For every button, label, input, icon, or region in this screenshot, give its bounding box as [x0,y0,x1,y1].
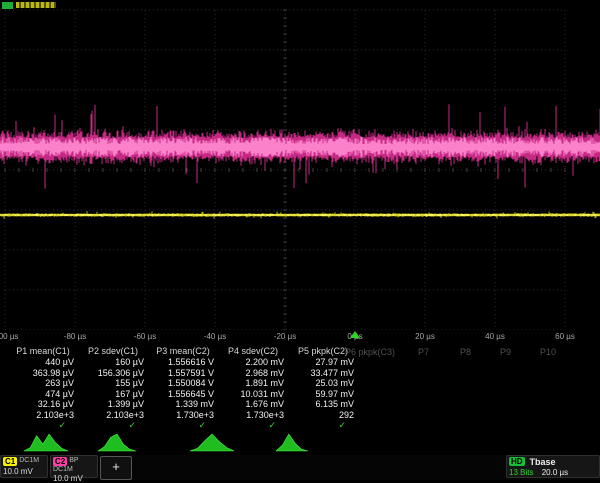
time-label: 20 µs [390,332,460,343]
time-label: 60 µs [530,332,600,343]
measurement-min: 155 µV [78,378,148,389]
measurement-num: 2.103e+3 [8,410,78,421]
measurement-column-p2: P2 sdev(C1) 160 µV 156.306 µV 155 µV 167… [78,346,148,431]
measurement-mean: 1.557591 V [148,368,218,379]
measurement-header-p10[interactable]: P10 [540,347,556,357]
time-label: -100 µs [0,332,40,343]
c1-badge: C1 [3,457,17,466]
measurement-value: 440 µV [8,357,78,368]
time-label: -60 µs [110,332,180,343]
measurement-header-p6[interactable]: P6 pkpk(C3) [345,347,395,357]
hd-badge: HD [509,457,525,466]
annotation-bar [16,2,56,8]
timebase-scale: 20.0 µs [542,468,568,477]
timebase-label: Tbase [530,457,556,467]
measurement-max: 10.031 mV [218,389,288,400]
measurement-header[interactable]: P3 mean(C2) [148,346,218,357]
time-label: -80 µs [40,332,110,343]
measurement-column-p1: P1 mean(C1) 440 µV 363.98 µV 263 µV 474 … [8,346,78,431]
measurement-mean: 33.477 mV [288,368,358,379]
c2-scale: 10.0 mV [53,474,95,483]
measurement-status-check: ✓ [78,420,148,431]
measurement-min: 25.03 mV [288,378,358,389]
measurement-num: 1.730e+3 [148,410,218,421]
measurement-mean: 363.98 µV [8,368,78,379]
measurement-status-check: ✓ [218,420,288,431]
histicon-1[interactable] [24,432,68,452]
measurement-header[interactable]: P2 sdev(C1) [78,346,148,357]
measurement-max: 1.556645 V [148,389,218,400]
measurement-value: 1.556616 V [148,357,218,368]
graticule [0,8,600,330]
time-axis: -100 µs -80 µs -60 µs -40 µs -20 µs 0 µs… [0,332,600,343]
c1-coupling: DC1M [19,457,39,464]
histicon-2[interactable] [98,432,136,452]
time-label: -20 µs [250,332,320,343]
measurement-sdev: 1.399 µV [78,399,148,410]
measurement-min: 1.550084 V [148,378,218,389]
measurement-sdev: 32.16 µV [8,399,78,410]
measurement-value: 27.97 mV [288,357,358,368]
measurement-max: 167 µV [78,389,148,400]
measurement-max: 474 µV [8,389,78,400]
measurement-value: 2.200 mV [218,357,288,368]
time-label: -40 µs [180,332,250,343]
measurement-column-p3: P3 mean(C2) 1.556616 V 1.557591 V 1.5500… [148,346,218,431]
measurement-column-p5: P5 pkpk(C2) 27.97 mV 33.477 mV 25.03 mV … [288,346,358,431]
c1-scale: 10.0 mV [3,467,45,476]
channel-c2-descriptor[interactable]: C2 BP DC1M 10.0 mV [50,455,98,478]
measurement-sdev: 6.135 mV [288,399,358,410]
measurement-header[interactable]: P4 sdev(C2) [218,346,288,357]
measurement-sdev: 1.676 mV [218,399,288,410]
timebase-descriptor[interactable]: HD Tbase 13 Bits 20.0 µs [506,455,600,478]
measurement-header-p9[interactable]: P9 [500,347,511,357]
measurement-mean: 2.968 mV [218,368,288,379]
measurement-value: 160 µV [78,357,148,368]
time-label: 40 µs [460,332,530,343]
measurement-mean: 156.306 µV [78,368,148,379]
measurement-header[interactable]: P1 mean(C1) [8,346,78,357]
measurement-header-p8[interactable]: P8 [460,347,471,357]
histicon-3[interactable] [190,432,234,452]
timebase-bits: 13 Bits [509,468,533,477]
measurement-status-check: ✓ [8,420,78,431]
status-led [2,2,13,9]
measurement-num: 2.103e+3 [78,410,148,421]
measurement-status-check: ✓ [288,420,358,431]
measurement-max: 59.97 mV [288,389,358,400]
c2-badge: C2 [53,457,67,466]
trigger-position-marker [350,331,360,338]
measurement-num: 1.730e+3 [218,410,288,421]
measurement-num: 292 [288,410,358,421]
measurement-sdev: 1.339 mV [148,399,218,410]
measurement-min: 1.891 mV [218,378,288,389]
measurement-column-p4: P4 sdev(C2) 2.200 mV 2.968 mV 1.891 mV 1… [218,346,288,431]
measurement-status-check: ✓ [148,420,218,431]
add-trace-button[interactable]: + [100,456,132,480]
histicon-4[interactable] [276,432,308,452]
waveform-display [0,8,600,330]
measurement-min: 263 µV [8,378,78,389]
channel-c1-descriptor[interactable]: C1 DC1M 10.0 mV [0,455,48,478]
descriptor-bar: C1 DC1M 10.0 mV C2 BP DC1M 10.0 mV + HD … [0,455,600,480]
measurement-header-p7[interactable]: P7 [418,347,429,357]
